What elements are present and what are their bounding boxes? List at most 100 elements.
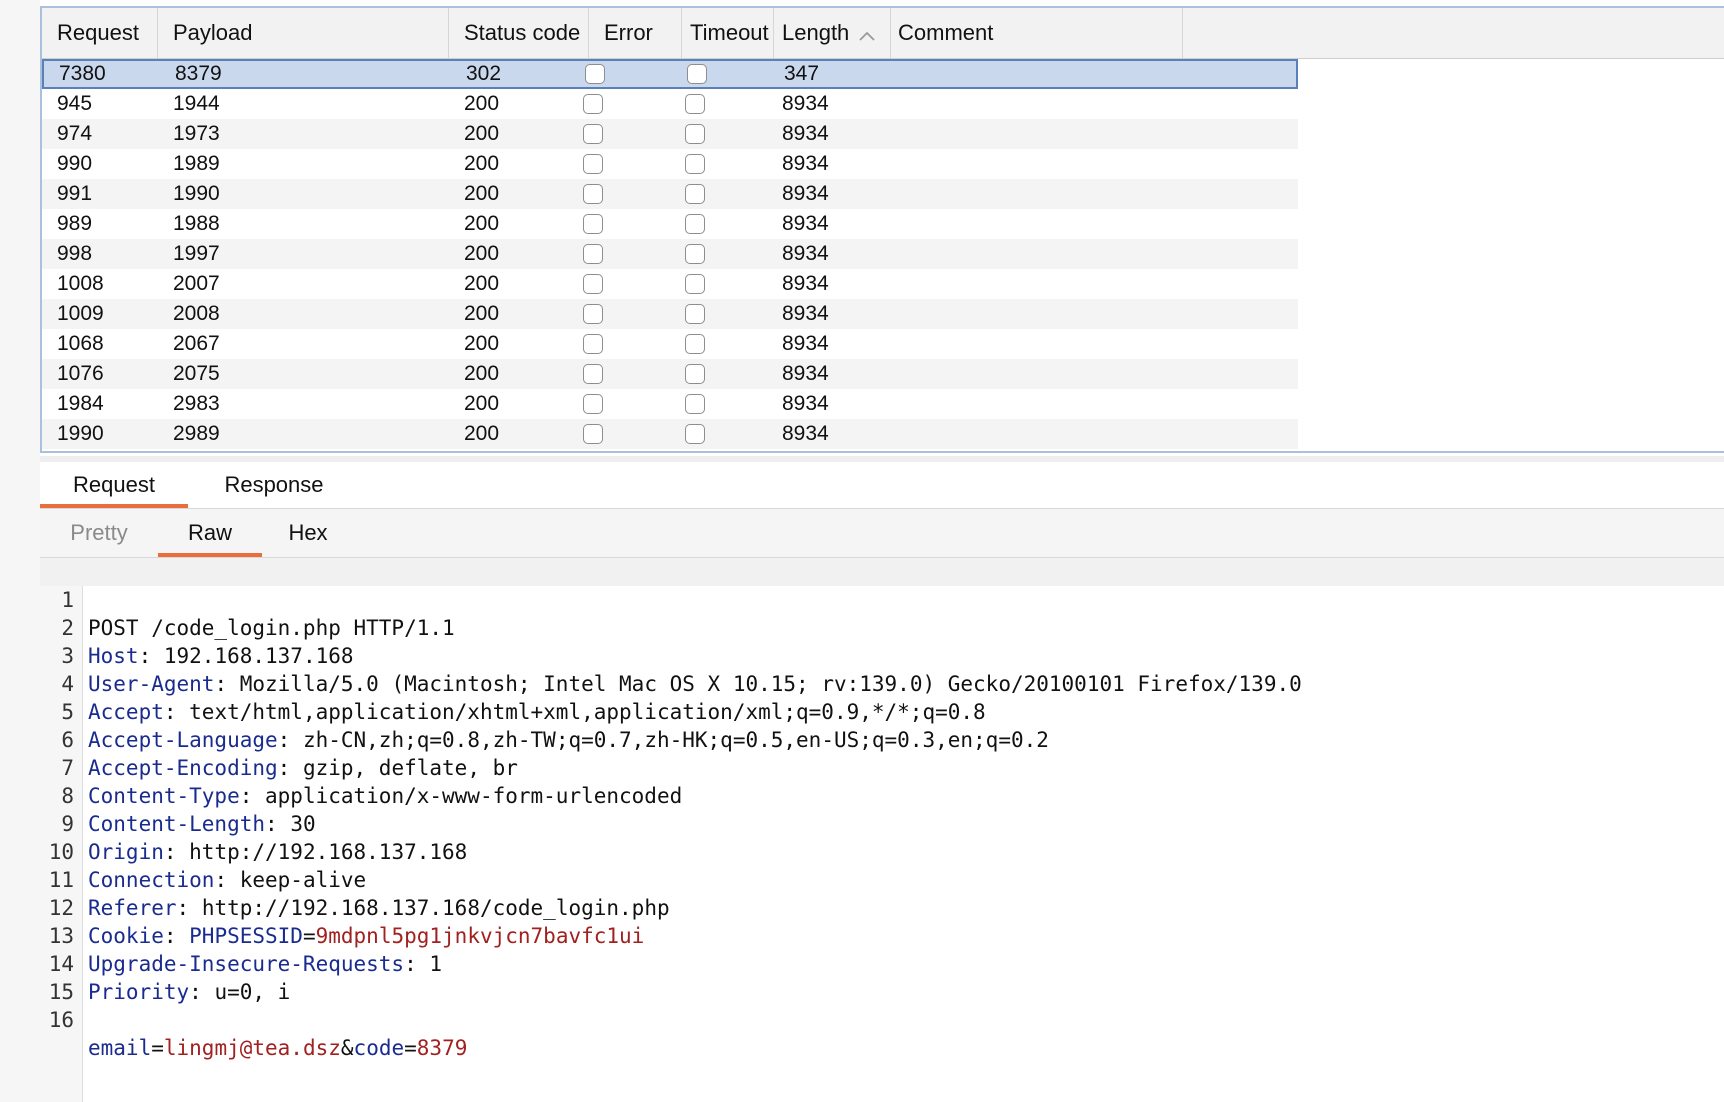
- code-line: 11 Referer: http://192.168.137.168/code_…: [40, 838, 1724, 920]
- cell-status: 200: [464, 392, 500, 415]
- cell-request: 945: [57, 92, 93, 115]
- tab-pretty[interactable]: Pretty: [40, 509, 158, 557]
- cell-request: 990: [57, 152, 93, 175]
- column-header-comment[interactable]: Comment: [891, 8, 1183, 58]
- cell-request: 1984: [57, 392, 104, 415]
- cell-length: 347: [784, 62, 820, 85]
- error-checkbox[interactable]: [583, 304, 603, 324]
- cell-length: 8934: [782, 212, 829, 235]
- timeout-checkbox[interactable]: [685, 94, 705, 114]
- cell-length: 8934: [782, 422, 829, 445]
- cell-status: 200: [464, 152, 500, 175]
- cell-request: 974: [57, 122, 93, 145]
- code-line: 16 email=lingmj@tea.dsz&code=8379: [40, 978, 1724, 1060]
- code-line: 1 POST /code_login.php HTTP/1.1: [40, 558, 1724, 640]
- table-row[interactable]: 974 1973 200 8934: [42, 119, 1298, 149]
- table-row[interactable]: 1009 2008 200 8934: [42, 299, 1298, 329]
- column-header-label: Length: [782, 20, 850, 45]
- timeout-checkbox[interactable]: [685, 304, 705, 324]
- cell-payload: 2067: [173, 332, 220, 355]
- tab-raw[interactable]: Raw: [158, 509, 262, 557]
- timeout-checkbox[interactable]: [685, 214, 705, 234]
- tab-request[interactable]: Request: [40, 462, 188, 508]
- timeout-checkbox[interactable]: [685, 244, 705, 264]
- code-line: 10 Connection: keep-alive: [40, 810, 1724, 892]
- error-checkbox[interactable]: [583, 214, 603, 234]
- cell-payload: 1989: [173, 152, 220, 175]
- cell-payload: 1973: [173, 122, 220, 145]
- cell-payload: 2075: [173, 362, 220, 385]
- error-checkbox[interactable]: [583, 94, 603, 114]
- table-row[interactable]: 991 1990 200 8934: [42, 179, 1298, 209]
- timeout-checkbox[interactable]: [685, 394, 705, 414]
- column-header-payload[interactable]: Payload: [158, 8, 449, 58]
- cell-length: 8934: [782, 362, 829, 385]
- cell-length: 8934: [782, 182, 829, 205]
- table-row[interactable]: 1984 2983 200 8934: [42, 389, 1298, 419]
- timeout-checkbox[interactable]: [685, 184, 705, 204]
- cell-status: 200: [464, 122, 500, 145]
- param-name: code: [353, 1036, 405, 1060]
- column-header-label: Comment: [898, 20, 994, 45]
- cell-request: 7380: [59, 62, 106, 85]
- timeout-checkbox[interactable]: [685, 364, 705, 384]
- column-header-timeout[interactable]: Timeout: [682, 8, 774, 58]
- table-row[interactable]: 7380 8379 302 347: [42, 59, 1298, 89]
- tab-label: Pretty: [70, 520, 128, 545]
- column-header-error[interactable]: Error: [589, 8, 682, 58]
- column-header-status-code[interactable]: Status code: [449, 8, 589, 58]
- error-checkbox[interactable]: [583, 124, 603, 144]
- error-checkbox[interactable]: [583, 424, 603, 444]
- error-checkbox[interactable]: [583, 154, 603, 174]
- error-checkbox[interactable]: [583, 364, 603, 384]
- error-checkbox[interactable]: [583, 244, 603, 264]
- param-value: 8379: [416, 1036, 468, 1060]
- cell-payload: 8379: [175, 62, 222, 85]
- left-gutter: [0, 0, 40, 1102]
- error-checkbox[interactable]: [585, 64, 605, 84]
- timeout-checkbox[interactable]: [685, 274, 705, 294]
- table-row[interactable]: 990 1989 200 8934: [42, 149, 1298, 179]
- timeout-checkbox[interactable]: [685, 154, 705, 174]
- results-table[interactable]: Request Payload Status code Error Timeou…: [40, 6, 1724, 453]
- error-checkbox[interactable]: [583, 394, 603, 414]
- table-row[interactable]: 1076 2075 200 8934: [42, 359, 1298, 389]
- error-checkbox[interactable]: [583, 274, 603, 294]
- cell-status: 200: [464, 212, 500, 235]
- cell-request: 1008: [57, 272, 104, 295]
- table-row[interactable]: 1068 2067 200 8934: [42, 329, 1298, 359]
- timeout-checkbox[interactable]: [685, 124, 705, 144]
- cell-payload: 2989: [173, 422, 220, 445]
- cell-payload: 1997: [173, 242, 220, 265]
- cell-length: 8934: [782, 92, 829, 115]
- column-header-request[interactable]: Request: [42, 8, 158, 58]
- table-row[interactable]: 1008 2007 200 8934: [42, 269, 1298, 299]
- cell-request: 991: [57, 182, 93, 205]
- cell-length: 8934: [782, 272, 829, 295]
- tab-response[interactable]: Response: [188, 462, 360, 508]
- timeout-checkbox[interactable]: [687, 64, 707, 84]
- timeout-checkbox[interactable]: [685, 424, 705, 444]
- table-header: Request Payload Status code Error Timeou…: [42, 8, 1724, 59]
- cell-status: 200: [464, 242, 500, 265]
- cell-request: 1009: [57, 302, 104, 325]
- cell-payload: 2008: [173, 302, 220, 325]
- param-value: lingmj@tea.dsz: [163, 1036, 341, 1060]
- cell-request: 998: [57, 242, 93, 265]
- timeout-checkbox[interactable]: [685, 334, 705, 354]
- raw-request-editor[interactable]: 1 POST /code_login.php HTTP/1.1 2 Host: …: [40, 558, 1724, 1102]
- cell-length: 8934: [782, 152, 829, 175]
- table-row[interactable]: 1990 2989 200 8934: [42, 419, 1298, 449]
- cell-length: 8934: [782, 392, 829, 415]
- tab-hex[interactable]: Hex: [262, 509, 354, 557]
- column-header-label: Timeout: [690, 20, 769, 45]
- cell-status: 200: [464, 362, 500, 385]
- error-checkbox[interactable]: [583, 334, 603, 354]
- column-header-length[interactable]: Length: [774, 8, 891, 58]
- table-row[interactable]: 989 1988 200 8934: [42, 209, 1298, 239]
- code-line: 12 Cookie: PHPSESSID=9mdpnl5pg1jnkvjcn7b…: [40, 866, 1724, 948]
- error-checkbox[interactable]: [583, 184, 603, 204]
- column-header-label: Status code: [464, 20, 581, 45]
- table-row[interactable]: 998 1997 200 8934: [42, 239, 1298, 269]
- table-row[interactable]: 945 1944 200 8934: [42, 89, 1298, 119]
